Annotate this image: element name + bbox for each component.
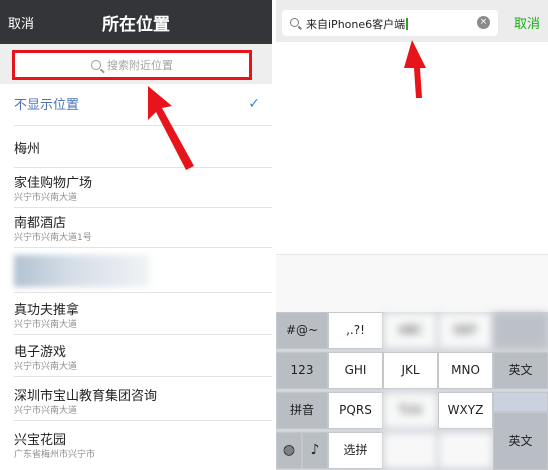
location-row[interactable]: 电子游戏 兴宁市兴南大道 — [0, 337, 272, 377]
key-english[interactable]: 英文 — [493, 352, 548, 389]
search-text: 来自iPhone6客户端 — [306, 16, 409, 32]
location-row[interactable]: 兴宝花园 广东省梅州市兴宁市 — [0, 425, 272, 465]
search-placeholder-wrap: 搜索附近位置 — [15, 57, 249, 73]
location-row-none[interactable]: 不显示位置 ✓ — [0, 84, 272, 126]
search-bar: 来自iPhone6客户端 × 取消 — [276, 0, 548, 42]
location-name: 梅州 — [14, 142, 41, 157]
key-ghi[interactable]: GHI — [328, 352, 383, 389]
cancel-button[interactable]: 取消 — [514, 13, 540, 32]
divider — [14, 376, 272, 377]
location-name: 真功夫推拿 — [14, 303, 80, 318]
search-nearby-input[interactable]: 搜索附近位置 — [12, 50, 252, 80]
search-icon — [290, 18, 299, 27]
key-pqrs[interactable]: PQRS — [328, 392, 383, 429]
divider — [14, 247, 272, 248]
location-name: 深圳市宝山教育集团咨询 — [14, 389, 158, 404]
mic-icon[interactable]: ♪ — [302, 432, 328, 469]
text-cursor — [406, 18, 409, 30]
key-symbols[interactable]: #@~ — [276, 312, 328, 349]
location-address: 兴宁市兴南大道 — [14, 320, 78, 330]
location-picker-panel: 取消 所在位置 搜索附近位置 不显示位置 ✓ 梅州 家佳购物广场 兴宁市兴南大道… — [0, 0, 272, 470]
key-wxyz[interactable]: WXYZ — [438, 392, 493, 429]
page-title: 所在位置 — [102, 15, 170, 35]
location-name: 家佳购物广场 — [14, 176, 93, 191]
key-english-bottom[interactable]: 英文 — [493, 412, 548, 470]
location-address: 兴宁市兴南大道 — [14, 362, 78, 372]
key-abc[interactable]: ABC — [383, 312, 438, 349]
search-value: 来自iPhone6客户端 — [306, 18, 406, 31]
key-punctuation[interactable]: ,.?! — [328, 312, 383, 349]
key-tuv[interactable]: TUV — [383, 392, 438, 429]
key-mno[interactable]: MNO — [438, 352, 493, 389]
key-backspace[interactable] — [493, 312, 548, 349]
key-blurred[interactable] — [438, 432, 493, 469]
key-jkl[interactable]: JKL — [383, 352, 438, 389]
location-row[interactable]: 南都酒店 兴宁市兴南大道1号 — [0, 208, 272, 248]
clear-icon[interactable]: × — [477, 16, 490, 29]
location-row-blurred[interactable] — [0, 249, 272, 293]
key-select-pinyin[interactable]: 选拼 — [328, 432, 383, 469]
annotation-arrow-icon — [404, 40, 426, 98]
location-address: 兴宁市兴南大道1号 — [14, 233, 92, 243]
search-placeholder: 搜索附近位置 — [107, 59, 173, 72]
location-row[interactable]: 家佳购物广场 兴宁市兴南大道 — [0, 168, 272, 208]
location-name: 不显示位置 — [14, 98, 80, 113]
divider — [14, 292, 272, 293]
checkmark-icon: ✓ — [248, 96, 260, 112]
key-blurred[interactable] — [383, 432, 438, 469]
key-space-blur[interactable] — [493, 392, 548, 412]
annotation-arrow-icon — [148, 86, 194, 170]
key-pinyin[interactable]: 拼音 — [276, 392, 328, 429]
candidate-bar — [276, 254, 548, 313]
key-123[interactable]: 123 — [276, 352, 328, 389]
search-icon — [91, 60, 101, 70]
nav-bar: 取消 所在位置 — [0, 0, 272, 44]
key-def[interactable]: DEF — [438, 312, 493, 349]
location-name: 兴宝花园 — [14, 433, 67, 448]
divider — [14, 334, 272, 335]
location-row[interactable]: 深圳市宝山教育集团咨询 兴宁市兴南大道 — [0, 381, 272, 421]
keyboard: #@~ ,.?! ABC DEF 123 GHI JKL MNO 英文 拼音 P… — [276, 312, 548, 470]
location-name: 南都酒店 — [14, 216, 67, 231]
location-row[interactable]: 梅州 — [0, 126, 272, 168]
search-input[interactable]: 来自iPhone6客户端 × — [282, 10, 498, 36]
location-row[interactable]: 真功夫推拿 兴宁市兴南大道 — [0, 295, 272, 335]
globe-icon[interactable]: ◍ — [276, 432, 302, 469]
divider — [14, 420, 272, 421]
location-address: 兴宁市兴南大道 — [14, 193, 78, 203]
blurred-content — [14, 255, 150, 287]
location-address: 兴宁市兴南大道 — [14, 406, 78, 416]
location-address: 广东省梅州市兴宁市 — [14, 450, 96, 460]
location-name: 电子游戏 — [14, 345, 67, 360]
